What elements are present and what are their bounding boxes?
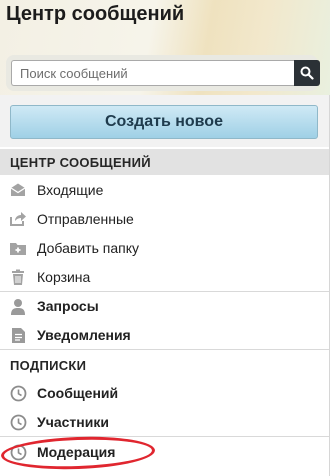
- sidebar-item-label: Сообщений: [37, 385, 119, 401]
- create-new-button[interactable]: Создать новое: [10, 105, 318, 139]
- create-area: Создать новое: [0, 95, 329, 147]
- sidebar-item-label: Входящие: [37, 182, 104, 198]
- document-icon: [9, 326, 27, 344]
- add-folder-icon: [9, 239, 27, 257]
- sidebar-item-add-folder[interactable]: Добавить папку: [0, 234, 329, 262]
- sidebar-item-sent[interactable]: Отправленные: [0, 205, 329, 233]
- clock-icon: [9, 413, 27, 431]
- sidebar-item-label: Запросы: [37, 298, 99, 314]
- section-heading-subscriptions: ПОДПИСКИ: [10, 357, 87, 373]
- sidebar-item-inbox[interactable]: Входящие: [0, 176, 329, 204]
- search-button[interactable]: [294, 60, 320, 86]
- page-title: Центр сообщений: [6, 3, 185, 25]
- sidebar-item-subscription-members[interactable]: Участники: [0, 408, 329, 436]
- sidebar-item-label: Корзина: [37, 269, 91, 285]
- sent-icon: [9, 210, 27, 228]
- sidebar-item-trash[interactable]: Корзина: [0, 263, 329, 291]
- search-input[interactable]: [11, 60, 296, 86]
- user-icon: [9, 297, 27, 315]
- header-banner: Центр сообщений: [0, 0, 330, 95]
- sidebar-item-subscription-messages[interactable]: Сообщений: [0, 379, 329, 407]
- inbox-icon: [9, 181, 27, 199]
- search-icon: [300, 66, 314, 80]
- sidebar-item-label: Участники: [37, 414, 109, 430]
- section-heading-message-center: ЦЕНТР СООБЩЕНИЙ: [0, 149, 329, 175]
- sidebar-item-requests[interactable]: Запросы: [0, 292, 329, 320]
- search-bar: [6, 55, 320, 91]
- message-center-panel: Создать новое ЦЕНТР СООБЩЕНИЙ Входящие О…: [0, 95, 330, 476]
- sidebar-item-moderation[interactable]: Модерация: [0, 438, 329, 466]
- sidebar-item-label: Модерация: [37, 444, 116, 460]
- divider: [0, 349, 329, 350]
- divider: [0, 436, 329, 437]
- clock-icon: [9, 384, 27, 402]
- trash-icon: [9, 268, 27, 286]
- sidebar-item-label: Отправленные: [37, 211, 134, 227]
- sidebar-item-label: Уведомления: [37, 327, 131, 343]
- sidebar-item-label: Добавить папку: [37, 240, 139, 256]
- sidebar-item-notifications[interactable]: Уведомления: [0, 321, 329, 349]
- clock-icon: [9, 443, 27, 461]
